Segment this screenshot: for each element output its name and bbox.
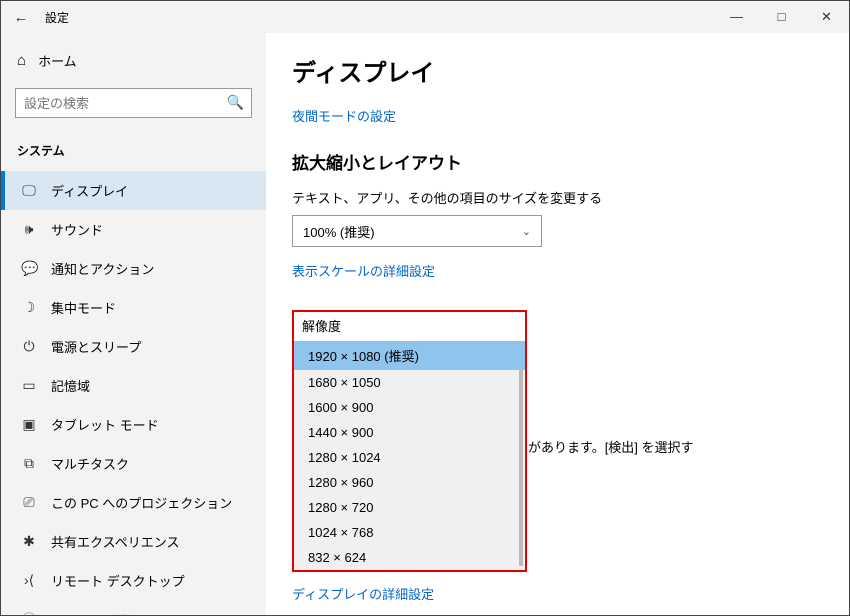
section-label: システム [1,132,266,171]
resolution-option[interactable]: 1920 × 1080 (推奨) [294,341,525,370]
sidebar-item-power[interactable]: ⏻ 電源とスリープ [1,327,266,366]
sidebar: ⌂ ホーム 🔍 システム 🖵 ディスプレイ 🕪 サウンド 💬 通知とアクション … [1,33,266,615]
resolution-option[interactable]: 832 × 624 [294,545,525,570]
resolution-option[interactable]: 1280 × 1024 [294,445,525,470]
sidebar-item-shared[interactable]: ✱ 共有エクスペリエンス [1,522,266,561]
resolution-option[interactable]: 1024 × 768 [294,520,525,545]
sound-icon: 🕪 [21,221,37,238]
sidebar-item-sound[interactable]: 🕪 サウンド [1,210,266,249]
resolution-option[interactable]: 1600 × 900 [294,395,525,420]
sidebar-item-label: マルチタスク [51,454,129,473]
resolution-label: 解像度 [294,312,525,341]
resolution-option[interactable]: 1440 × 900 [294,420,525,445]
remote-icon: ›⟨ [21,572,37,589]
sidebar-item-label: サウンド [51,220,103,239]
sidebar-item-remote[interactable]: ›⟨ リモート デスクトップ [1,561,266,600]
home-icon: ⌂ [17,52,26,69]
sidebar-item-focus[interactable]: ☽ 集中モード [1,288,266,327]
night-mode-link[interactable]: 夜間モードの設定 [292,106,396,125]
home-nav[interactable]: ⌂ ホーム [1,43,266,78]
notify-icon: 💬 [21,260,37,277]
scrollbar[interactable] [519,369,523,566]
resolution-list: 1920 × 1080 (推奨) 1680 × 1050 1600 × 900 … [294,341,525,570]
home-label: ホーム [38,51,77,70]
resolution-option[interactable]: 1280 × 960 [294,470,525,495]
tablet-icon: ▣ [21,416,37,433]
resolution-option[interactable]: 1680 × 1050 [294,370,525,395]
back-button[interactable]: ← [1,9,41,26]
scale-value: 100% (推奨) [303,222,375,241]
sidebar-item-label: 電源とスリープ [51,337,141,356]
sidebar-item-label: 記憶域 [51,376,90,395]
page-title: ディスプレイ [292,53,823,88]
sidebar-item-label: バージョン情報 [51,611,142,616]
display-advanced-link[interactable]: ディスプレイの詳細設定 [292,584,823,603]
resolution-dropdown-open[interactable]: 解像度 1920 × 1080 (推奨) 1680 × 1050 1600 × … [292,310,527,572]
sidebar-item-label: リモート デスクトップ [51,571,185,590]
sidebar-item-label: ディスプレイ [51,181,128,200]
sidebar-item-label: この PC へのプロジェクション [51,493,232,512]
sidebar-item-tablet[interactable]: ▣ タブレット モード [1,405,266,444]
sidebar-item-display[interactable]: 🖵 ディスプレイ [1,171,266,210]
partial-behind-text: があります。[検出] を選択す [528,437,694,456]
sidebar-item-multitask[interactable]: ⧉ マルチタスク [1,444,266,483]
close-button[interactable]: ✕ [804,1,849,33]
window-title: 設定 [41,9,69,26]
main-content: ディスプレイ 夜間モードの設定 拡大縮小とレイアウト テキスト、アプリ、その他の… [266,33,849,615]
scale-label: テキスト、アプリ、その他の項目のサイズを変更する [292,188,823,207]
power-icon: ⏻ [21,338,37,355]
project-icon: ⎚ [21,494,37,511]
maximize-button[interactable]: □ [759,1,804,33]
multitask-icon: ⧉ [21,455,37,472]
scale-heading: 拡大縮小とレイアウト [292,149,823,174]
sidebar-item-label: 集中モード [51,298,116,317]
chevron-down-icon: ⌄ [522,225,531,238]
focus-icon: ☽ [21,299,37,316]
titlebar: ← 設定 — □ ✕ [1,1,849,33]
sidebar-item-label: 共有エクスペリエンス [51,532,179,551]
about-icon: ⓘ [21,610,37,615]
sidebar-item-storage[interactable]: ▭ 記憶域 [1,366,266,405]
storage-icon: ▭ [21,377,37,394]
search-box[interactable]: 🔍 [15,88,252,118]
sidebar-item-projection[interactable]: ⎚ この PC へのプロジェクション [1,483,266,522]
sidebar-item-label: タブレット モード [51,415,159,434]
scale-combobox[interactable]: 100% (推奨) ⌄ [292,215,542,247]
minimize-button[interactable]: — [714,1,759,33]
sidebar-item-about[interactable]: ⓘ バージョン情報 [1,600,266,615]
display-icon: 🖵 [21,182,37,199]
search-input[interactable] [15,88,252,118]
sidebar-item-notifications[interactable]: 💬 通知とアクション [1,249,266,288]
resolution-option[interactable]: 1280 × 720 [294,495,525,520]
sidebar-item-label: 通知とアクション [51,259,154,278]
scale-advanced-link[interactable]: 表示スケールの詳細設定 [292,261,435,280]
search-icon: 🔍 [227,94,244,111]
shared-icon: ✱ [21,533,37,550]
